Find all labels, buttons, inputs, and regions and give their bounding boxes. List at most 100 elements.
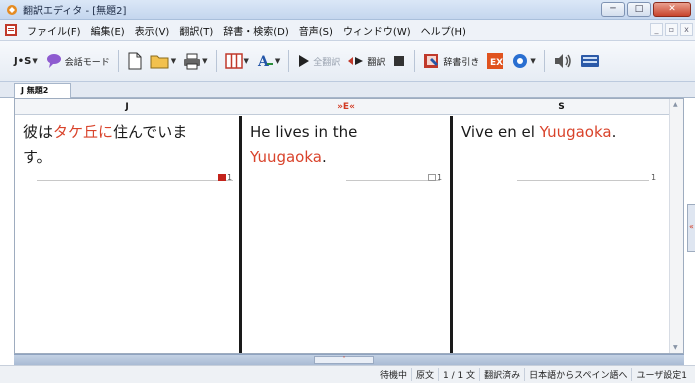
segment-marker: 1 [218, 173, 232, 182]
font-button[interactable]: A ▼ [254, 49, 282, 73]
bottom-splitter[interactable]: ˆ [14, 354, 684, 365]
new-document-icon [128, 52, 142, 70]
dictionary-lookup-button[interactable]: 辞書引き [421, 49, 481, 73]
segment-number: 1 [651, 173, 657, 182]
stop-button[interactable] [390, 49, 408, 73]
tab-document[interactable]: J 無題2 [14, 83, 72, 98]
segment-number: 1 [227, 173, 233, 182]
status-bar: 待機中 原文 1 / 1 文 翻訳済み 日本語からスペイン語へ ユーザ設定1 [0, 365, 695, 383]
document-icon[interactable] [4, 23, 18, 37]
translate-button[interactable]: 翻訳 [345, 49, 387, 73]
status-user-settings[interactable]: ユーザ設定1 [631, 368, 691, 381]
spanish-text-start: Vive en el [461, 123, 540, 141]
new-document-button[interactable] [125, 49, 145, 73]
toolbar-separator [288, 50, 290, 72]
status-translated: 翻訳済み [479, 368, 524, 381]
column-header-japanese[interactable]: J [15, 99, 239, 115]
translation-editor: J »E« S 彼はタケ丘に住んでいま す。 1 He lives in the… [14, 98, 684, 354]
speaker-icon [554, 54, 571, 68]
settings-button[interactable]: ▼ [509, 49, 537, 73]
open-folder-button[interactable]: ▼ [148, 49, 178, 73]
menu-edit[interactable]: 編集(E) [86, 23, 130, 38]
status-direction[interactable]: 日本語からスペイン語へ [524, 368, 631, 381]
keyboard-icon [580, 55, 599, 67]
segment-number: 1 [437, 173, 443, 182]
speech-button[interactable] [551, 49, 575, 73]
segment-separator [517, 180, 649, 181]
conversation-mode-button[interactable]: 会話モード [43, 49, 112, 73]
spanish-highlighted-term: Yuugaoka [539, 123, 612, 141]
column-headers: J »E« S [15, 99, 670, 115]
segment-separator [346, 180, 440, 181]
stop-icon [394, 56, 405, 66]
menu-bar: ファイル(F) 編集(E) 表示(V) 翻訳(T) 辞書・検索(D) 音声(S)… [0, 20, 695, 41]
mdi-minimize-button[interactable]: _ [650, 23, 663, 36]
vertical-scrollbar[interactable]: ▲ ▼ [669, 99, 683, 353]
english-pane[interactable]: He lives in the Yuugaoka. 1 [242, 116, 450, 353]
translate-label: 翻訳 [367, 57, 386, 68]
menu-window[interactable]: ウィンドウ(W) [338, 23, 416, 38]
column-header-english[interactable]: »E« [242, 99, 450, 115]
menu-file[interactable]: ファイル(F) [22, 23, 86, 38]
japanese-text-start: 彼は [23, 123, 54, 141]
segment-marker: 1 [428, 173, 442, 182]
segment-separator [37, 180, 233, 181]
mdi-controls: _ ▫ x [650, 23, 693, 36]
translate-all-button[interactable]: 全翻訳 [295, 49, 342, 73]
menu-help[interactable]: ヘルプ(H) [416, 23, 471, 38]
status-position: 1 / 1 文 [437, 368, 479, 381]
segment-flag-icon [428, 174, 436, 181]
segment-marker: 1 [651, 173, 656, 182]
english-text-end: . [321, 148, 327, 166]
toolbar-separator [543, 50, 545, 72]
spanish-pane[interactable]: Vive en el Yuugaoka. 1 [453, 116, 670, 353]
splitter-grip-icon[interactable]: ˆ [314, 356, 374, 364]
japanese-text-line2: す。 [23, 148, 52, 166]
japanese-highlighted-term: タケ丘に [53, 123, 114, 141]
toolbar: J•S ▼ 会話モード ▼ ▼ ▼ A ▼ 全翻訳 翻訳 辞書引き EX ▼ [0, 41, 695, 82]
spanish-text-end: . [611, 123, 617, 141]
language-switch-button[interactable]: J•S ▼ [10, 49, 40, 73]
font-icon: A [257, 54, 273, 70]
japanese-segment[interactable]: 彼はタケ丘に住んでいま す。 [23, 120, 187, 170]
chevron-down-icon: ▼ [202, 57, 208, 65]
scroll-down-arrow-icon[interactable]: ▼ [673, 344, 678, 351]
svg-text:EX: EX [490, 58, 503, 68]
chevron-down-icon: ▼ [274, 57, 281, 65]
menu-dictionary[interactable]: 辞書・検索(D) [218, 23, 294, 38]
close-button[interactable]: ✕ [653, 2, 691, 17]
print-button[interactable]: ▼ [181, 49, 209, 73]
menu-voice[interactable]: 音声(S) [294, 23, 338, 38]
spanish-segment[interactable]: Vive en el Yuugaoka. [461, 120, 616, 145]
layout-button[interactable]: ▼ [223, 49, 251, 73]
chevron-down-icon: ▼ [32, 57, 38, 65]
translate-all-label: 全翻訳 [313, 57, 341, 68]
english-segment[interactable]: He lives in the Yuugaoka. [250, 120, 357, 170]
scroll-up-arrow-icon[interactable]: ▲ [673, 101, 678, 108]
chevron-down-icon: ▼ [243, 57, 249, 65]
menu-view[interactable]: 表示(V) [130, 23, 175, 38]
untranslated-flag-icon [218, 174, 226, 181]
column-header-spanish[interactable]: S [453, 99, 670, 115]
keyboard-button[interactable] [578, 49, 602, 73]
svg-text:A: A [257, 54, 270, 70]
mdi-close-button[interactable]: x [680, 23, 693, 36]
toolbar-separator [117, 50, 119, 72]
japanese-text-end: 住んでいま [113, 123, 188, 141]
translate-arrow-icon [348, 57, 364, 65]
maximize-button[interactable]: □ [627, 2, 651, 17]
dictionary-icon [424, 54, 439, 68]
menu-translate[interactable]: 翻訳(T) [174, 23, 218, 38]
export-button[interactable]: EX [484, 49, 506, 73]
minimize-button[interactable]: ─ [601, 2, 625, 17]
language-switch-label: J•S [14, 55, 32, 67]
chevron-down-icon: ▼ [530, 57, 536, 65]
side-panel-handle[interactable]: « [687, 204, 695, 252]
speech-bubble-icon [46, 54, 61, 68]
mdi-restore-button[interactable]: ▫ [665, 23, 678, 36]
title-bar: 翻訳エディタ - [無題2] ─ □ ✕ [0, 0, 695, 20]
app-icon [7, 4, 17, 15]
japanese-pane[interactable]: 彼はタケ丘に住んでいま す。 1 [15, 116, 239, 353]
chevron-down-icon: ▼ [170, 57, 177, 65]
toolbar-separator [414, 50, 416, 72]
